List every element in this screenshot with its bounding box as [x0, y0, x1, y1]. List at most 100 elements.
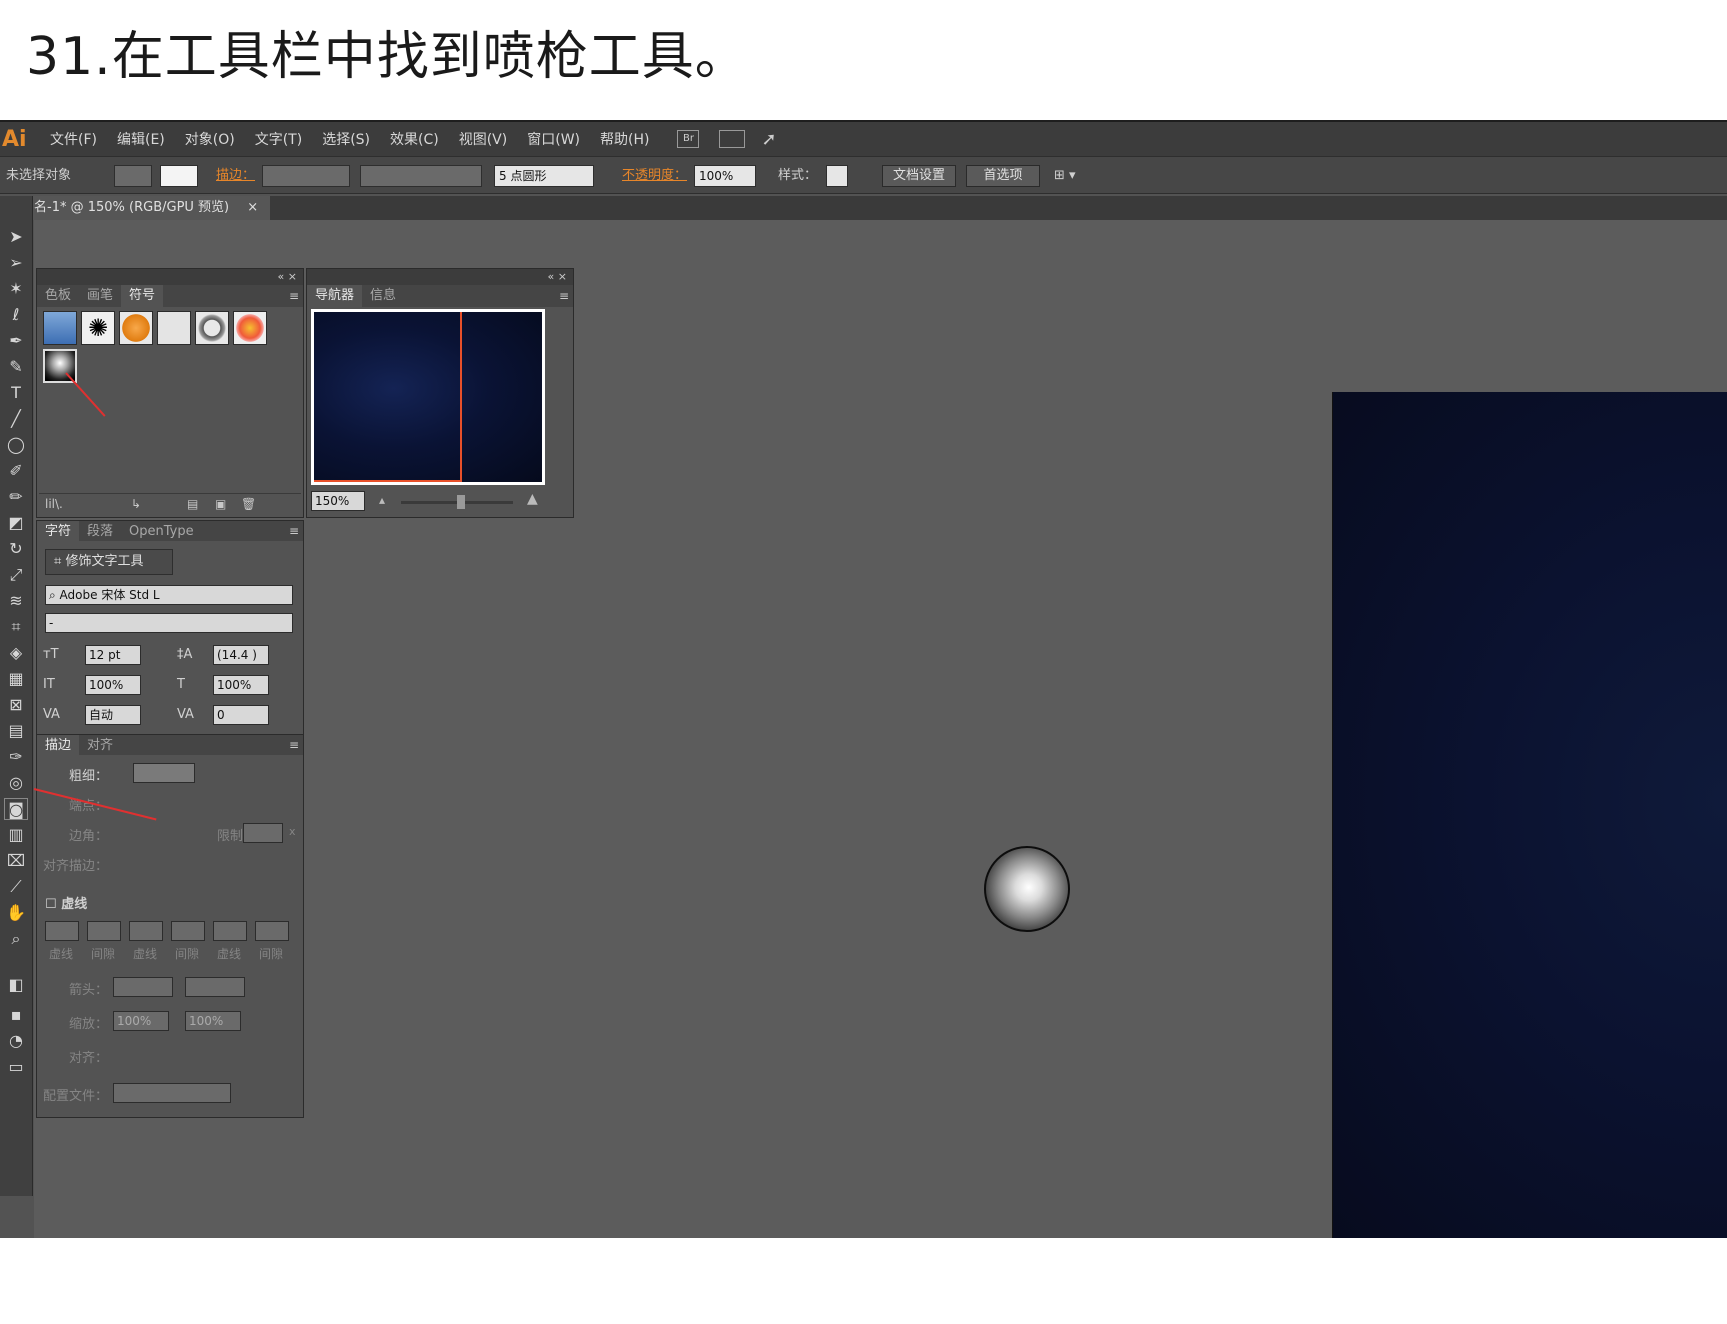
draw-mode-icon[interactable]: ◔: [4, 1030, 28, 1052]
leading-field[interactable]: (14.4 ): [213, 645, 269, 665]
sphere-symbol-instance[interactable]: [984, 846, 1070, 932]
preferences-button[interactable]: 首选项: [966, 165, 1040, 187]
panel-menu-icon[interactable]: ≡: [289, 285, 299, 307]
screen-mode-icon[interactable]: ▭: [4, 1056, 28, 1078]
column-graph-tool-icon[interactable]: ▥: [4, 824, 28, 846]
navigator-preview[interactable]: [311, 309, 545, 485]
touch-type-tool-button[interactable]: ⌗ 修饰文字工具: [45, 549, 173, 575]
slice-tool-icon[interactable]: ⟋: [4, 876, 28, 898]
dash-field-3[interactable]: [213, 921, 247, 941]
lasso-tool-icon[interactable]: ℓ: [4, 304, 28, 326]
type-tool-icon[interactable]: T: [4, 382, 28, 404]
end-arrowhead-select[interactable]: [185, 977, 245, 997]
end-scale-field[interactable]: 100%: [185, 1011, 241, 1031]
tab-brushes[interactable]: 画笔: [79, 285, 121, 307]
symbol-flower[interactable]: [233, 311, 267, 345]
panel-menu-icon[interactable]: ≡: [289, 735, 299, 755]
pen-tool-icon[interactable]: ✒: [4, 330, 28, 352]
eraser-tool-icon[interactable]: ◩: [4, 512, 28, 534]
navigator-zoom-field[interactable]: 150%: [311, 491, 365, 511]
symbol-blue-banner[interactable]: [43, 311, 77, 345]
horizontal-scale-field[interactable]: 100%: [213, 675, 269, 695]
font-family-field[interactable]: ⌕ Adobe 宋体 Std L: [45, 585, 293, 605]
gpu-performance-icon[interactable]: ➚: [761, 129, 776, 150]
weight-field[interactable]: [133, 763, 195, 783]
tab-stroke[interactable]: 描边: [37, 735, 80, 755]
color-mode-icon[interactable]: ▪: [4, 1004, 28, 1026]
document-tab[interactable]: 名-1* @ 150% (RGB/GPU 预览) ×: [30, 196, 270, 220]
brush-definition[interactable]: 5 点圆形: [494, 165, 594, 187]
ellipse-tool-icon[interactable]: ◯: [4, 434, 28, 456]
kerning-field[interactable]: 自动: [85, 705, 141, 725]
curvature-tool-icon[interactable]: ✎: [4, 356, 28, 378]
start-scale-field[interactable]: 100%: [113, 1011, 169, 1031]
menu-type[interactable]: 文字(T): [245, 129, 312, 149]
opacity-field[interactable]: 100%: [694, 165, 756, 187]
variable-width-profile[interactable]: [360, 165, 482, 187]
font-style-field[interactable]: -: [45, 613, 293, 633]
zoom-in-icon[interactable]: ▲: [527, 491, 538, 507]
gap-field-3[interactable]: [255, 921, 289, 941]
dashed-line-checkbox[interactable]: ☐ 虚线: [45, 893, 87, 912]
tab-swatches[interactable]: 色板: [37, 285, 79, 307]
dash-field-2[interactable]: [129, 921, 163, 941]
profile-select[interactable]: [113, 1083, 231, 1103]
scale-tool-icon[interactable]: ⤢: [4, 564, 28, 586]
symbol-ring[interactable]: [195, 311, 229, 345]
rotate-tool-icon[interactable]: ↻: [4, 538, 28, 560]
menu-window[interactable]: 窗口(W): [517, 129, 590, 149]
magic-wand-tool-icon[interactable]: ✶: [4, 278, 28, 300]
tab-paragraph[interactable]: 段落: [79, 521, 121, 541]
close-tab-icon[interactable]: ×: [247, 200, 258, 215]
panel-collapse-close-icon[interactable]: « ×: [278, 269, 297, 285]
fill-swatch[interactable]: [114, 165, 152, 187]
vertical-scale-field[interactable]: 100%: [85, 675, 141, 695]
mesh-tool-icon[interactable]: ⊠: [4, 694, 28, 716]
hand-tool-icon[interactable]: ✋: [4, 902, 28, 924]
symbol-options-icon[interactable]: ▤: [187, 494, 198, 514]
stroke-label[interactable]: 描边：: [216, 165, 255, 187]
stroke-swatch[interactable]: [160, 165, 198, 187]
shape-builder-tool-icon[interactable]: ◈: [4, 642, 28, 664]
align-options-icon[interactable]: ⊞ ▾: [1054, 165, 1076, 187]
line-tool-icon[interactable]: ╱: [4, 408, 28, 430]
artboard[interactable]: [1332, 392, 1727, 1238]
tab-info[interactable]: 信息: [362, 285, 404, 307]
tab-opentype[interactable]: OpenType: [121, 521, 202, 541]
direct-selection-tool-icon[interactable]: ➢: [4, 252, 28, 274]
selection-tool-icon[interactable]: ➤: [4, 226, 28, 248]
perspective-grid-tool-icon[interactable]: ▦: [4, 668, 28, 690]
free-transform-tool-icon[interactable]: ⌗: [4, 616, 28, 638]
symbol-orange-button[interactable]: [119, 311, 153, 345]
menu-edit[interactable]: 编辑(E): [107, 129, 175, 149]
menu-effect[interactable]: 效果(C): [380, 129, 449, 149]
gap-field-2[interactable]: [171, 921, 205, 941]
tab-align[interactable]: 对齐: [79, 735, 121, 755]
graphic-style-swatch[interactable]: [826, 165, 848, 187]
panel-collapse-close-icon[interactable]: « ×: [548, 269, 567, 285]
stroke-weight-field[interactable]: [262, 165, 350, 187]
limit-field[interactable]: [243, 823, 283, 843]
blend-tool-icon[interactable]: ◎: [4, 772, 28, 794]
view-area-box[interactable]: [314, 312, 462, 482]
place-symbol-icon[interactable]: ↳: [131, 494, 141, 514]
font-size-field[interactable]: 12 pt: [85, 645, 141, 665]
start-arrowhead-select[interactable]: [113, 977, 173, 997]
menu-select[interactable]: 选择(S): [312, 129, 380, 149]
fill-stroke-swatch-icon[interactable]: ◧: [4, 974, 28, 996]
document-setup-button[interactable]: 文档设置: [882, 165, 956, 187]
eyedropper-tool-icon[interactable]: ✑: [4, 746, 28, 768]
symbol-libraries-menu[interactable]: lil\.: [39, 497, 63, 511]
warp-tool-icon[interactable]: ≋: [4, 590, 28, 612]
menu-object[interactable]: 对象(O): [175, 129, 245, 149]
paintbrush-tool-icon[interactable]: ✐: [4, 460, 28, 482]
tab-symbols[interactable]: 符号: [121, 285, 164, 307]
menu-help[interactable]: 帮助(H): [590, 129, 659, 149]
symbol-frame[interactable]: [157, 311, 191, 345]
new-symbol-icon[interactable]: ▣: [215, 494, 226, 514]
gradient-tool-icon[interactable]: ▤: [4, 720, 28, 742]
gap-field-1[interactable]: [87, 921, 121, 941]
arrange-documents-icon[interactable]: [719, 130, 746, 148]
menu-file[interactable]: 文件(F): [40, 129, 107, 149]
artboard-tool-icon[interactable]: ⌧: [4, 850, 28, 872]
